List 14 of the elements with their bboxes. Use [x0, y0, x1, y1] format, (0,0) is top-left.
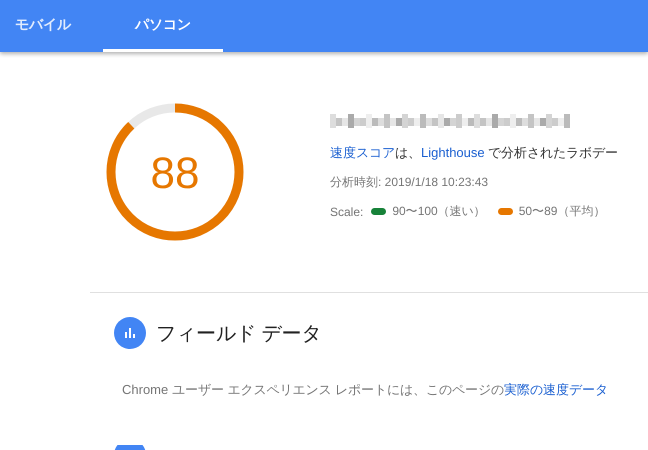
analysis-time: 分析時刻: 2019/1/18 10:23:43 — [330, 174, 490, 191]
score-value: 88 — [150, 149, 200, 198]
field-data-description: Chrome ユーザー エクスペリエンス レポートには、このページの実際の速度データ — [122, 381, 610, 399]
section-heading: フィールド データ — [156, 322, 322, 346]
score-description: 速度スコアは、Lighthouse で分析されたラボデー — [330, 144, 618, 162]
tab[interactable]: パソコン — [103, 0, 223, 52]
link[interactable]: 実際の速度データ — [504, 382, 608, 397]
link[interactable]: Lighthouse — [421, 145, 485, 160]
legend-label: 90〜100（速い） — [392, 203, 486, 220]
scale-label: Scale: — [330, 204, 364, 218]
tab[interactable]: モバイル — [0, 0, 86, 52]
bar-chart-icon — [114, 317, 146, 349]
link[interactable]: 速度スコア — [330, 145, 395, 160]
legend-label: 50〜89（平均） — [518, 203, 606, 220]
